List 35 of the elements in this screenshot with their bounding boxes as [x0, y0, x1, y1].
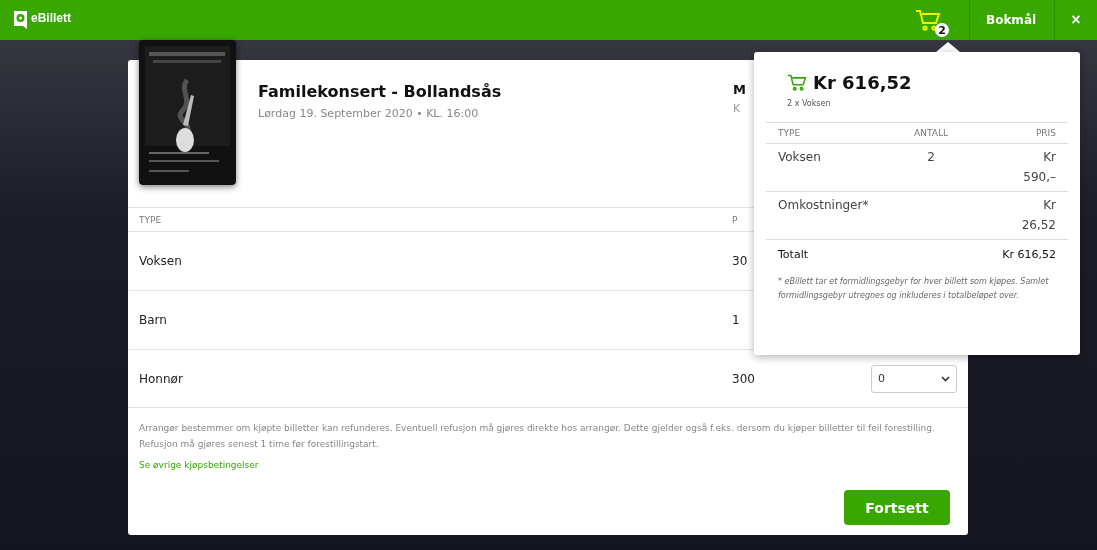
fee-note: * eBillett tar et formidlingsgebyr for hver billett som kjøpes. Samlet formidlingsgebyr utregnes og inkluderes i totalbeløpet over.: [777, 276, 1050, 302]
cart-total: Kr 616,52: [813, 72, 912, 93]
quantity-select[interactable]: 0: [871, 364, 957, 393]
ticket-type: Honnør: [139, 371, 184, 386]
total-label: Totalt: [778, 248, 809, 261]
total-value: Kr 616,52: [1001, 248, 1056, 261]
continue-button[interactable]: Fortsett: [844, 490, 950, 525]
event-title: Familekonsert - Bollandsås: [258, 82, 503, 101]
language-button[interactable]: Bokmål: [969, 0, 1055, 40]
terms-link[interactable]: Se øvrige kjøpsbetingelser: [139, 460, 259, 470]
column-header: PRIS: [1034, 128, 1056, 138]
cart-item-type: Voksen: [778, 149, 822, 166]
cart-icon: [915, 8, 941, 32]
column-header: ANTALL: [913, 128, 949, 138]
chevron-icon: [941, 375, 950, 382]
event-date: Lørdag 19. September 2020 • KL. 16:00: [258, 107, 480, 120]
cart-item-quantity: 2: [926, 149, 936, 166]
cart-item-type: Omkostninger*: [778, 197, 870, 214]
column-header: TYPE: [778, 128, 802, 138]
event-detail: K: [733, 102, 741, 115]
cart-summary: 2 x Voksen: [786, 99, 832, 108]
ticket-price: 300: [732, 371, 756, 386]
cart-item-price: Kr 26,52: [1020, 197, 1056, 234]
ticket-type: Voksen: [139, 254, 183, 268]
logo-text: eBillett: [31, 11, 71, 25]
cart-icon: [787, 74, 807, 91]
logo-icon: [12, 9, 30, 31]
cart-item-price: Kr 590,–: [1022, 149, 1056, 186]
column-header: P: [732, 214, 739, 225]
event-detail: M: [733, 82, 746, 97]
terms-text: Arrangør bestemmer om kjøpte billetter kan refunderes. Eventuell refusjon må gjøres direkte hos arrangør. Dette gjelder også f.eks. dersom du kjøper billetter til feil forestilling. Refusjon må gjøres senest 1 time før forestillingstart.: [139, 422, 936, 451]
ticket-price: 1: [732, 313, 741, 327]
cart-count: 2: [935, 23, 949, 37]
column-header: TYPE: [139, 214, 163, 225]
ticket-type: Barn: [139, 313, 168, 327]
